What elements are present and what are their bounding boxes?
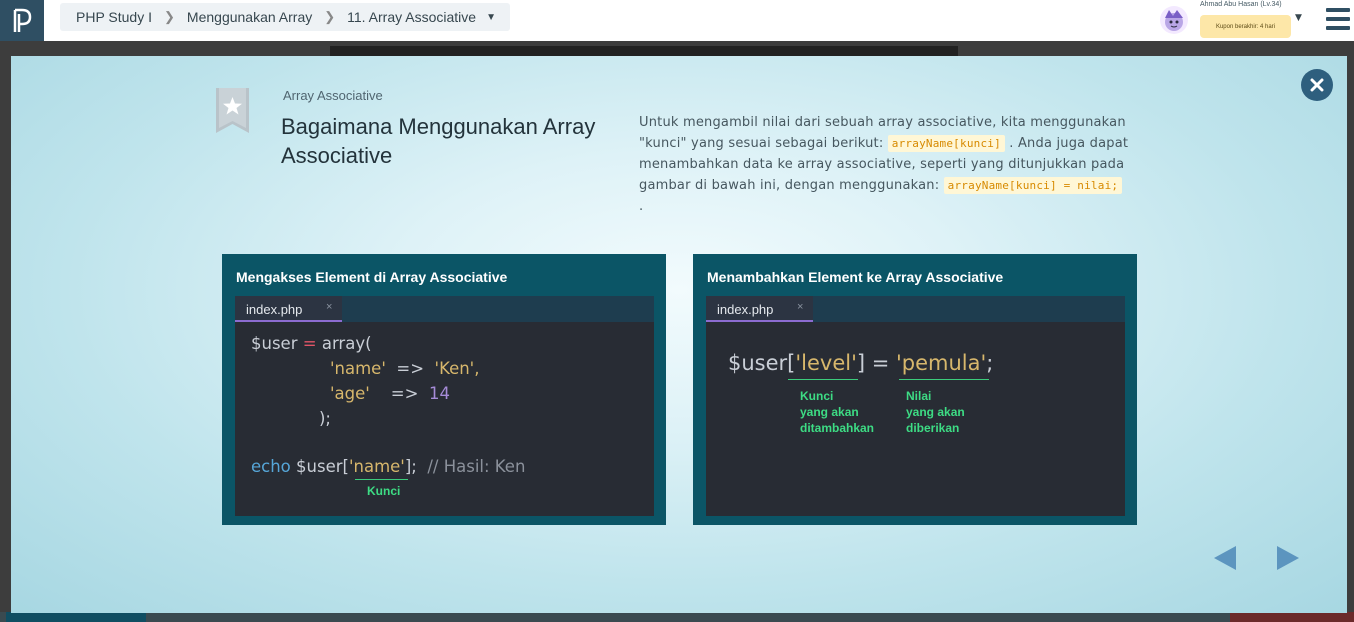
code-line: 'name' => 'Ken', — [330, 359, 480, 378]
prev-arrow-icon[interactable] — [1214, 546, 1236, 570]
tab-label: index.php — [717, 302, 774, 317]
card-title: Menambahkan Element ke Array Associative — [707, 269, 1004, 285]
desc-text: . — [639, 199, 644, 214]
editor-tab-bar: index.php × — [235, 296, 654, 322]
code-line: echo $user['name']; // Hasil: Ken — [251, 457, 526, 476]
lesson-subtitle: Array Associative — [283, 88, 383, 103]
hamburger-menu-icon[interactable] — [1326, 8, 1350, 30]
background-footer — [0, 612, 1354, 622]
top-bar: PHP Study I ❯ Menggunakan Array ❯ 11. Ar… — [0, 0, 1354, 41]
card-title: Mengakses Element di Array Associative — [236, 269, 508, 285]
chevron-down-icon[interactable]: ▼ — [486, 12, 496, 23]
bookmark-star-icon — [216, 88, 249, 133]
coupon-badge: Kupon berakhir: 4 hari — [1200, 15, 1291, 38]
code-line: $user = array( — [251, 334, 372, 353]
user-menu[interactable]: Ahmad Abu Hasan (Lv.34) Kupon berakhir: … — [1158, 0, 1308, 41]
close-icon — [1310, 78, 1324, 92]
editor-tab-bar: index.php × — [706, 296, 1125, 322]
avatar[interactable] — [1160, 6, 1188, 34]
avatar-icon — [1165, 10, 1183, 31]
breadcrumb-chapter[interactable]: Menggunakan Array — [187, 9, 312, 25]
inline-code: arrayName[kunci] — [887, 135, 1005, 152]
background-button — [1230, 612, 1354, 622]
close-icon: × — [797, 301, 804, 313]
breadcrumb-lesson[interactable]: 11. Array Associative — [347, 9, 476, 25]
editor-tab: index.php × — [706, 296, 813, 322]
editor-tab: index.php × — [235, 296, 342, 322]
annotation-key: Kunci yang akan ditambahkan — [800, 389, 875, 435]
chevron-right-icon: ❯ — [164, 9, 175, 24]
lesson-title: Bagaimana Menggunakan Array Associative — [281, 114, 596, 168]
next-arrow-icon[interactable] — [1277, 546, 1299, 570]
background-panel — [330, 46, 958, 56]
tab-label: index.php — [246, 302, 303, 317]
annotation-key: Kunci — [367, 484, 401, 498]
breadcrumb-course[interactable]: PHP Study I — [76, 9, 152, 25]
background-button — [6, 612, 146, 622]
annotation-value: Nilai yang akan diberikan — [906, 389, 965, 435]
inline-code: arrayName[kunci] = nilai; — [943, 177, 1123, 194]
chevron-right-icon: ❯ — [324, 9, 336, 24]
lesson-slide-modal: Array Associative Bagaimana Menggunakan … — [11, 56, 1347, 613]
slide-image-access: Mengakses Element di Array Associative i… — [222, 254, 666, 525]
breadcrumb: PHP Study I ❯ Menggunakan Array ❯ 11. Ar… — [60, 3, 510, 31]
close-button[interactable] — [1301, 69, 1333, 101]
lesson-description: Untuk mengambil nilai dari sebuah array … — [639, 112, 1129, 217]
progate-logo-icon — [13, 8, 32, 32]
code-line: $user['level'] = 'pemula'; — [728, 351, 994, 375]
key-underline — [355, 479, 408, 480]
close-icon: × — [326, 301, 333, 313]
username: Ahmad Abu Hasan (Lv.34) — [1200, 1, 1282, 8]
slide-image-add: Menambahkan Element ke Array Associative… — [693, 254, 1137, 525]
key-underline — [788, 379, 858, 380]
value-underline — [899, 379, 989, 380]
code-editor: index.php × $user = array( 'name' => 'Ke… — [235, 296, 654, 516]
code-editor: index.php × $user['level'] = 'pemula'; K… — [706, 296, 1125, 516]
logo[interactable] — [0, 0, 44, 41]
code-line: ); — [319, 409, 331, 428]
chevron-down-icon[interactable]: ▼ — [1295, 13, 1302, 23]
code-line: 'age' => 14 — [330, 384, 450, 403]
